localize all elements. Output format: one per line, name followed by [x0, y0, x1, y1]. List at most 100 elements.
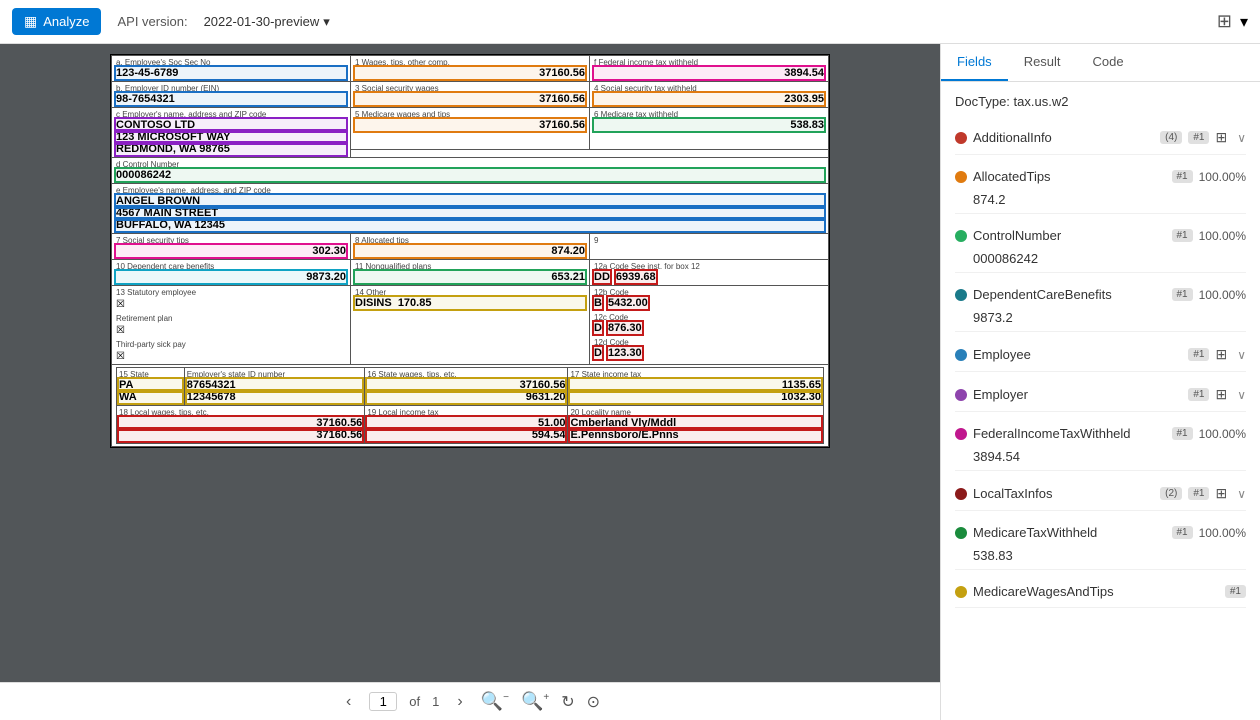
- field-chevron-employer[interactable]: ∨: [1237, 388, 1246, 402]
- field-table-icon-employee: ⊞: [1215, 346, 1227, 363]
- state2-tax: 1032.30: [570, 391, 821, 403]
- field-badge-num-employer: #1: [1188, 388, 1209, 401]
- ss-wages-value: 37160.56: [355, 93, 585, 105]
- field-confidence-allocatedtips: 100.00%: [1199, 170, 1246, 184]
- field-item-allocatedtips: AllocatedTips #1 100.00% 874.2: [955, 163, 1246, 214]
- field-header-allocatedtips[interactable]: AllocatedTips #1 100.00%: [955, 163, 1246, 190]
- field-confidence-medicaretaxwithheld: 100.00%: [1199, 526, 1246, 540]
- field-header-dependentcarebenefits[interactable]: DependentCareBenefits #1 100.00%: [955, 281, 1246, 308]
- document-canvas[interactable]: a. Employee's Soc Sec No 123-45-6789 1 W…: [0, 44, 940, 682]
- field-header-localtaxinfos[interactable]: LocalTaxInfos (2) #1 ⊞ ∨: [955, 479, 1246, 508]
- field-chevron-employee[interactable]: ∨: [1237, 348, 1246, 362]
- local-wages2: 37160.56: [119, 429, 362, 441]
- analyze-icon: ▦: [24, 13, 37, 30]
- zoom-in-button[interactable]: 🔍+: [521, 691, 549, 712]
- employer-addr1-value: 123 MICROSOFT WAY: [116, 131, 346, 143]
- field-chevron-localtaxinfos[interactable]: ∨: [1237, 487, 1246, 501]
- tab-fields[interactable]: Fields: [941, 44, 1008, 81]
- field-header-employer[interactable]: Employer #1 ⊞ ∨: [955, 380, 1246, 409]
- code12a-val: 6939.68: [616, 271, 656, 283]
- right-panel: Fields Result Code DocType: tax.us.w2 Ad…: [940, 44, 1260, 720]
- field-name-dependentcarebenefits: DependentCareBenefits: [973, 287, 1166, 302]
- layers-icon[interactable]: ⊞: [1217, 11, 1232, 32]
- locality2: E.Pennsboro/E.Pnns: [570, 429, 821, 441]
- field-name-controlnumber: ControlNumber: [973, 228, 1166, 243]
- field-value-allocatedtips: 874.2: [955, 190, 1246, 211]
- field-name-medicarewagesandtips: MedicareWagesAndTips: [973, 584, 1219, 599]
- tab-result[interactable]: Result: [1008, 44, 1077, 81]
- field-value-controlnumber: 000086242: [955, 249, 1246, 270]
- field-confidence-dependentcarebenefits: 100.00%: [1199, 288, 1246, 302]
- page-input[interactable]: 1: [369, 692, 397, 711]
- rotate-button[interactable]: ↻: [561, 692, 574, 712]
- field-dot-additionalinfo: [955, 132, 967, 144]
- field-badge-num-federalincometaxwithheld: #1: [1172, 427, 1193, 440]
- field-badge-num-dependentcarebenefits: #1: [1172, 288, 1193, 301]
- field-header-employee[interactable]: Employee #1 ⊞ ∨: [955, 340, 1246, 369]
- field-badge-num-medicarewagesandtips: #1: [1225, 585, 1246, 598]
- code12d-val: 123.30: [608, 347, 642, 359]
- state2-wages: 9631.20: [367, 391, 565, 403]
- w2-form: a. Employee's Soc Sec No 123-45-6789 1 W…: [110, 54, 830, 448]
- field-dot-employer: [955, 389, 967, 401]
- api-label: API version:: [117, 14, 187, 29]
- field-confidence-federalincometaxwithheld: 100.00%: [1199, 427, 1246, 441]
- control-number-value: 000086242: [116, 169, 824, 181]
- state2-id: 12345678: [187, 391, 363, 403]
- field-name-employer: Employer: [973, 387, 1182, 402]
- local-tax1: 51.00: [367, 417, 565, 429]
- prev-page-button[interactable]: ‹: [340, 691, 357, 713]
- code12a-code: DD: [594, 271, 610, 283]
- field-item-dependentcarebenefits: DependentCareBenefits #1 100.00% 9873.2: [955, 281, 1246, 332]
- field-header-additionalinfo[interactable]: AdditionalInfo (4) #1 ⊞ ∨: [955, 123, 1246, 152]
- field-item-medicaretaxwithheld: MedicareTaxWithheld #1 100.00% 538.83: [955, 519, 1246, 570]
- field-header-controlnumber[interactable]: ControlNumber #1 100.00%: [955, 222, 1246, 249]
- field-item-additionalinfo: AdditionalInfo (4) #1 ⊞ ∨: [955, 123, 1246, 155]
- state1-wages: 37160.56: [367, 379, 565, 391]
- analyze-button[interactable]: ▦ Analyze: [12, 8, 101, 35]
- topbar: ▦ Analyze API version: 2022-01-30-previe…: [0, 0, 1260, 44]
- field-header-medicarewagesandtips[interactable]: MedicareWagesAndTips #1: [955, 578, 1246, 605]
- alloc-tips-value: 874.20: [355, 245, 585, 257]
- ss-tips-value: 302.30: [116, 245, 346, 257]
- field-badge-num-employee: #1: [1188, 348, 1209, 361]
- code12b-val: 5432.00: [608, 297, 648, 309]
- field-chevron-additionalinfo[interactable]: ∨: [1237, 131, 1246, 145]
- layers-chevron-icon[interactable]: ▾: [1240, 12, 1248, 32]
- field-name-medicaretaxwithheld: MedicareTaxWithheld: [973, 525, 1166, 540]
- field-confidence-controlnumber: 100.00%: [1199, 229, 1246, 243]
- field-badge-num-localtaxinfos: #1: [1188, 487, 1209, 500]
- field-name-additionalinfo: AdditionalInfo: [973, 130, 1154, 145]
- field-dot-employee: [955, 349, 967, 361]
- field-dot-localtaxinfos: [955, 488, 967, 500]
- doctype-row: DocType: tax.us.w2: [955, 94, 1246, 109]
- ss-tax-value: 2303.95: [594, 93, 824, 105]
- field-dot-medicaretaxwithheld: [955, 527, 967, 539]
- field-header-federalincometaxwithheld[interactable]: FederalIncomeTaxWithheld #1 100.00%: [955, 420, 1246, 447]
- tab-code[interactable]: Code: [1077, 44, 1140, 81]
- soc-sec-value: 123-45-6789: [116, 67, 346, 79]
- analyze-label: Analyze: [43, 14, 89, 29]
- employer-name-value: CONTOSO LTD: [116, 119, 346, 131]
- locality1: Cmberland Vly/Mddl: [570, 417, 821, 429]
- field-item-employee: Employee #1 ⊞ ∨: [955, 340, 1246, 372]
- field-badge-additionalinfo: (4): [1160, 131, 1182, 144]
- api-version-value[interactable]: 2022-01-30-preview ▾: [204, 14, 330, 30]
- nonqualified-value: 653.21: [355, 271, 585, 283]
- field-dot-federalincometaxwithheld: [955, 428, 967, 440]
- code12c-val: 876.30: [608, 322, 642, 334]
- field-dot-dependentcarebenefits: [955, 289, 967, 301]
- field-header-medicaretaxwithheld[interactable]: MedicareTaxWithheld #1 100.00%: [955, 519, 1246, 546]
- reset-button[interactable]: ⊙: [587, 692, 600, 712]
- page-total: 1: [432, 694, 439, 709]
- next-page-button[interactable]: ›: [451, 691, 468, 713]
- zoom-out-button[interactable]: 🔍−: [481, 691, 509, 712]
- employer-id-value: 98-7654321: [116, 93, 346, 105]
- field-name-allocatedtips: AllocatedTips: [973, 169, 1166, 184]
- panel-tabs: Fields Result Code: [941, 44, 1260, 82]
- employer-addr2-value: REDMOND, WA 98765: [116, 143, 346, 155]
- employee-addr2-value: BUFFALO, WA 12345: [116, 219, 824, 231]
- field-item-federalincometaxwithheld: FederalIncomeTaxWithheld #1 100.00% 3894…: [955, 420, 1246, 471]
- field-table-icon-additionalinfo: ⊞: [1215, 129, 1227, 146]
- field-item-employer: Employer #1 ⊞ ∨: [955, 380, 1246, 412]
